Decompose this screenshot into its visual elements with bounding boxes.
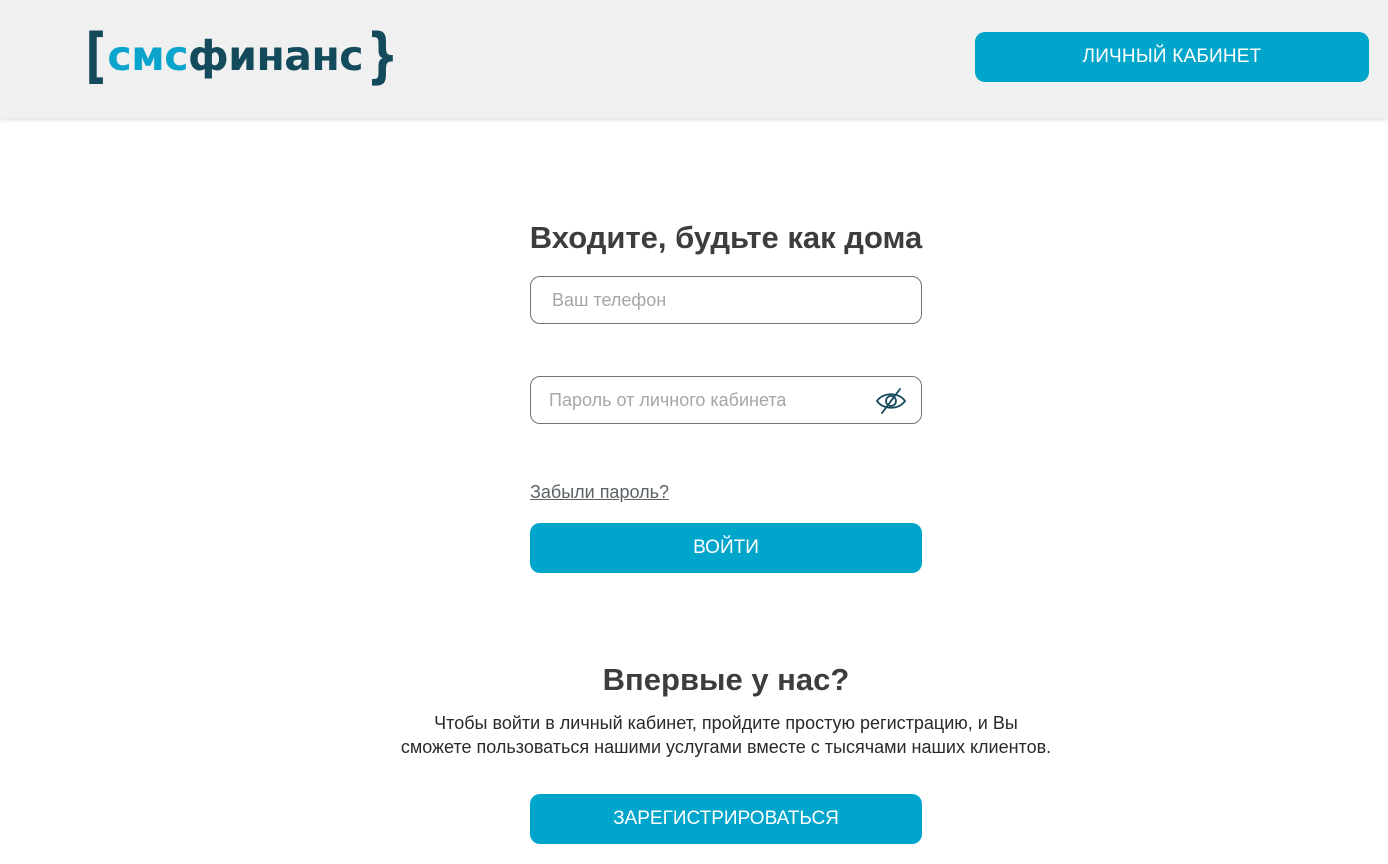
logo-sms-part: смс <box>107 32 189 80</box>
site-header: [ смсфинанс } ЛИЧНЫЙ КАБИНЕТ <box>0 0 1388 118</box>
password-input[interactable] <box>531 377 921 423</box>
password-field[interactable] <box>530 376 922 424</box>
logo-text: смсфинанс <box>107 26 363 86</box>
logo-right-bracket: } <box>366 21 399 91</box>
phone-input[interactable] <box>531 277 921 323</box>
register-description: Чтобы войти в личный кабинет, пройдите п… <box>356 711 1096 759</box>
logo-left-bracket: [ <box>85 21 106 91</box>
register-description-line2: сможете пользоваться нашими услугами вме… <box>400 737 1052 757</box>
phone-field[interactable] <box>530 276 922 324</box>
login-title: Входите, будьте как дома <box>529 220 923 255</box>
eye-slash-icon[interactable] <box>875 387 907 415</box>
logo-finance-part: финанс <box>188 32 364 80</box>
smsfinance-logo[interactable]: [ смсфинанс } <box>82 24 404 88</box>
login-button[interactable]: ВОЙТИ <box>530 523 922 573</box>
personal-cabinet-button[interactable]: ЛИЧНЫЙ КАБИНЕТ <box>975 32 1369 82</box>
register-button[interactable]: ЗАРЕГИСТРИРОВАТЬСЯ <box>530 794 922 844</box>
register-title: Впервые у нас? <box>602 662 850 697</box>
forgot-password-link[interactable]: Забыли пароль? <box>530 482 669 503</box>
register-description-line1: Чтобы войти в личный кабинет, пройдите п… <box>434 713 1018 733</box>
